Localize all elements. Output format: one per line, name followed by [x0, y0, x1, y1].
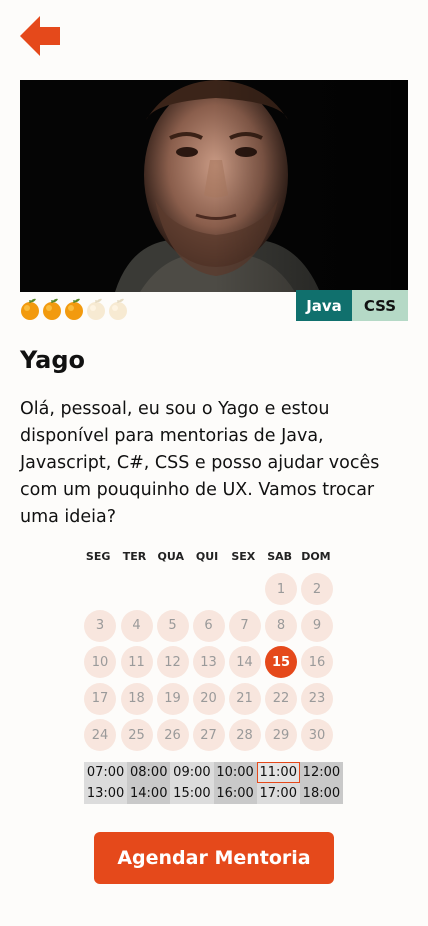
schedule-mentorship-button[interactable]: Agendar Mentoria	[94, 832, 334, 884]
weekday-label: TER	[122, 550, 147, 563]
time-slots: 07:00 08:00 09:00 10:00 11:00 12:00 13:00 14:00…	[84, 762, 343, 804]
weekday-label: SEG	[85, 550, 111, 563]
calendar-day[interactable]: 8	[265, 609, 297, 642]
arrow-left-icon	[20, 16, 60, 56]
weekday-label: SEX	[231, 550, 256, 563]
orange-icon	[86, 297, 106, 320]
time-slot[interactable]: 14:00	[127, 783, 171, 804]
calendar-weekdays: SEG TER QUA QUI SEX SAB DOM	[80, 550, 336, 563]
time-slot[interactable]: 17:00	[256, 783, 300, 804]
time-slot[interactable]: 08:00	[127, 762, 171, 783]
calendar-day[interactable]: 25	[120, 719, 153, 751]
calendar-day[interactable]: 23	[301, 682, 333, 715]
back-button[interactable]	[20, 16, 62, 56]
calendar: SEG TER QUA QUI SEX SAB DOM 1 2 3 4 5 6 7 8 9 10 11 12 13 1…	[80, 550, 336, 763]
tag-java: Java	[296, 290, 352, 321]
time-slot[interactable]: 15:00	[170, 783, 214, 804]
calendar-day[interactable]: 24	[84, 719, 116, 751]
calendar-day[interactable]: 26	[156, 719, 189, 751]
calendar-day[interactable]: 10	[84, 646, 116, 678]
mentor-name: Yago	[20, 346, 86, 374]
skill-tags: Java CSS	[296, 290, 408, 321]
calendar-day[interactable]: 4	[120, 609, 153, 642]
time-slot[interactable]: 18:00	[299, 783, 343, 804]
calendar-day[interactable]: 16	[301, 646, 333, 678]
calendar-day[interactable]: 22	[265, 682, 297, 715]
time-slot[interactable]: 07:00	[84, 762, 128, 783]
orange-icon	[108, 297, 128, 320]
calendar-day[interactable]: 6	[192, 609, 225, 642]
weekday-label: DOM	[301, 550, 331, 563]
calendar-day[interactable]: 27	[192, 719, 225, 751]
calendar-day[interactable]: 21	[228, 682, 261, 715]
mentor-bio: Olá, pessoal, eu sou o Yago e estou disp…	[20, 399, 380, 527]
calendar-day[interactable]: 7	[228, 609, 261, 642]
calendar-day[interactable]: 18	[120, 682, 153, 715]
calendar-day[interactable]: 1	[265, 573, 297, 605]
calendar-day[interactable]: 13	[192, 646, 225, 678]
calendar-day[interactable]: 12	[156, 646, 189, 678]
calendar-day[interactable]: 14	[228, 646, 261, 678]
calendar-day[interactable]: 20	[192, 682, 225, 715]
time-slot[interactable]: 13:00	[84, 783, 128, 804]
weekday-label: QUA	[157, 550, 184, 563]
calendar-day[interactable]: 5	[156, 609, 189, 642]
calendar-day[interactable]: 3	[84, 609, 116, 642]
calendar-days: 1 2 3 4 5 6 7 8 9 10 11 12 13 14 15 16 17 18 19 20 21 22 23 24 2…	[80, 573, 336, 763]
time-slot[interactable]: 09:00	[170, 762, 214, 783]
calendar-day[interactable]: 29	[265, 719, 297, 751]
weekday-label: QUI	[195, 550, 219, 563]
time-slot[interactable]: 10:00	[213, 762, 257, 783]
calendar-day[interactable]: 11	[120, 646, 153, 678]
calendar-day[interactable]: 17	[84, 682, 116, 715]
calendar-day[interactable]: 28	[228, 719, 261, 751]
rating	[20, 297, 128, 323]
time-slot[interactable]: 12:00	[299, 762, 343, 783]
time-slot[interactable]: 16:00	[213, 783, 257, 804]
mentor-photo	[20, 80, 408, 292]
calendar-day[interactable]: 19	[156, 682, 189, 715]
time-slot-selected[interactable]: 11:00	[256, 762, 300, 783]
orange-icon	[20, 297, 40, 320]
calendar-day[interactable]: 2	[301, 573, 333, 605]
tag-css: CSS	[352, 290, 408, 321]
weekday-label: SAB	[267, 550, 293, 563]
orange-icon	[64, 297, 84, 320]
calendar-day[interactable]: 9	[301, 609, 333, 642]
calendar-day[interactable]: 30	[301, 719, 333, 751]
calendar-day-selected[interactable]: 15	[265, 646, 297, 678]
orange-icon	[42, 297, 62, 320]
